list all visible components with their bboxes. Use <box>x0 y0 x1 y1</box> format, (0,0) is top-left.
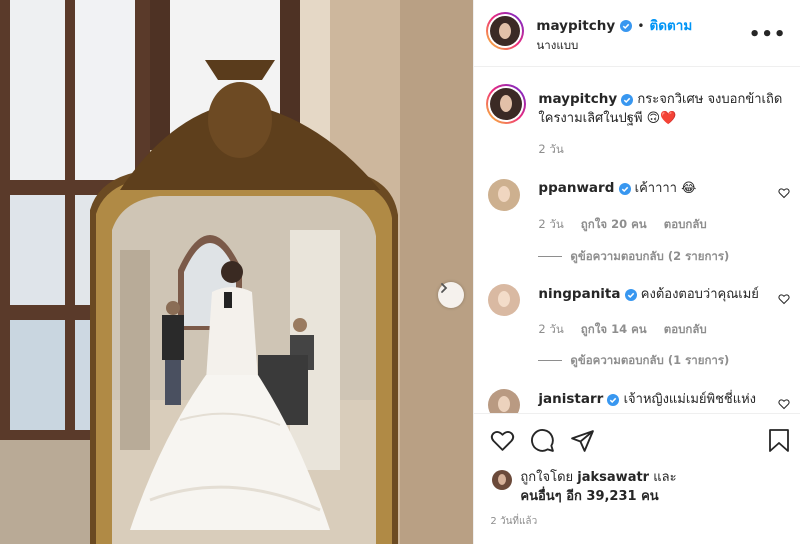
comment-like-icon[interactable] <box>778 187 791 199</box>
verified-badge-icon <box>607 393 620 406</box>
post-time[interactable]: 2 วันที่แล้ว <box>490 514 537 529</box>
comment-likes[interactable]: ถูกใจ 14 คน <box>581 322 647 336</box>
mirror-photo-image <box>0 0 474 544</box>
verified-badge-icon <box>621 93 634 106</box>
comment-like-icon[interactable] <box>778 293 791 305</box>
post-header: maypitchy • ติดตาม นางแบบ ••• <box>474 0 800 67</box>
chevron-right-icon <box>441 283 448 293</box>
comment-meta: 2 วัน ถูกใจ 20 คน ตอบกลับ <box>538 213 706 234</box>
comment-avatar[interactable] <box>488 284 521 316</box>
post-photo[interactable] <box>0 0 474 544</box>
comment-icon[interactable] <box>530 428 555 453</box>
header-subtitle: นางแบบ <box>536 38 579 52</box>
follow-button[interactable]: ติดตาม <box>650 18 693 34</box>
header-separator: • <box>637 19 645 33</box>
comment-body: เจ้าหญิงแม่เมย์พิชชี่แห่ง <box>623 392 757 407</box>
header-avatar[interactable] <box>486 12 525 50</box>
next-photo-button[interactable] <box>438 282 464 308</box>
likes-count[interactable]: คนอื่นๆ อีก 39,231 คน <box>520 487 658 506</box>
caption-line-1: กระจกวิเศษ จงบอกข้าเถิด <box>637 92 783 107</box>
comment-username[interactable]: ppanward <box>538 180 614 196</box>
post-actions: ถูกใจโดย jaksawatr และ คนอื่นๆ อีก 39,23… <box>474 413 800 545</box>
post-side-panel: maypitchy • ติดตาม นางแบบ ••• maypitchy … <box>473 0 800 544</box>
comment-body: เค้าาาา 😂 <box>634 181 697 196</box>
caption-line-2: ใครงามเลิศในปฐพี 🙃❤️ <box>538 111 677 126</box>
verified-badge-icon <box>618 182 631 195</box>
comment-meta: 2 วัน ถูกใจ 14 คน ตอบกลับ <box>538 318 706 339</box>
comment-like-icon[interactable] <box>778 398 791 410</box>
view-replies-button[interactable]: ดูข้อความตอบกลับ (2 รายการ) <box>570 248 729 266</box>
comment-reply-button[interactable]: ตอบกลับ <box>664 322 707 336</box>
liker-avatar[interactable] <box>492 470 513 490</box>
comment-time[interactable]: 2 วัน <box>538 322 563 336</box>
post-view: maypitchy • ติดตาม นางแบบ ••• maypitchy … <box>0 0 800 544</box>
caption-time[interactable]: 2 วัน <box>538 141 563 159</box>
comments-section: maypitchy กระจกวิเศษ จงบอกข้าเถิด ใครงาม… <box>474 67 800 413</box>
likes-line-1: ถูกใจโดย jaksawatr และ <box>520 468 676 487</box>
comment-likes[interactable]: ถูกใจ 20 คน <box>581 217 647 231</box>
comment-text: ppanward เค้าาาา 😂 <box>538 179 768 198</box>
verified-badge-icon <box>624 288 637 301</box>
comment-username[interactable]: ningpanita <box>538 286 620 302</box>
more-options-button[interactable]: ••• <box>749 24 787 45</box>
comment-text: janistarr เจ้าหญิงแม่เมย์พิชชี่แห่ง <box>538 390 768 409</box>
heart-icon[interactable] <box>490 428 515 453</box>
header-username[interactable]: maypitchy <box>536 18 615 34</box>
verified-badge-icon <box>620 19 633 32</box>
likes-and: และ <box>653 470 677 485</box>
comment-reply-button[interactable]: ตอบกลับ <box>664 217 707 231</box>
likes-prefix: ถูกใจโดย <box>520 470 574 485</box>
divider <box>538 256 563 257</box>
comment-avatar[interactable] <box>488 389 521 413</box>
divider <box>538 360 563 361</box>
more-horizontal-icon: ••• <box>748 24 787 45</box>
view-replies-button[interactable]: ดูข้อความตอบกลับ (1 รายการ) <box>570 352 729 370</box>
caption-username[interactable]: maypitchy <box>538 91 617 107</box>
bookmark-icon[interactable] <box>768 428 790 453</box>
comment-time[interactable]: 2 วัน <box>538 217 563 231</box>
share-icon[interactable] <box>570 428 595 453</box>
comment-username[interactable]: janistarr <box>538 391 603 407</box>
comment-avatar[interactable] <box>488 179 521 211</box>
caption-avatar[interactable] <box>486 84 527 124</box>
caption-text: maypitchy กระจกวิเศษ จงบอกข้าเถิด ใครงาม… <box>538 90 788 128</box>
liker-username[interactable]: jaksawatr <box>577 470 649 485</box>
comment-text: ningpanita คงต้องตอบว่าคุณเมย์ <box>538 285 768 304</box>
comment-body: คงต้องตอบว่าคุณเมย์ <box>640 287 759 302</box>
